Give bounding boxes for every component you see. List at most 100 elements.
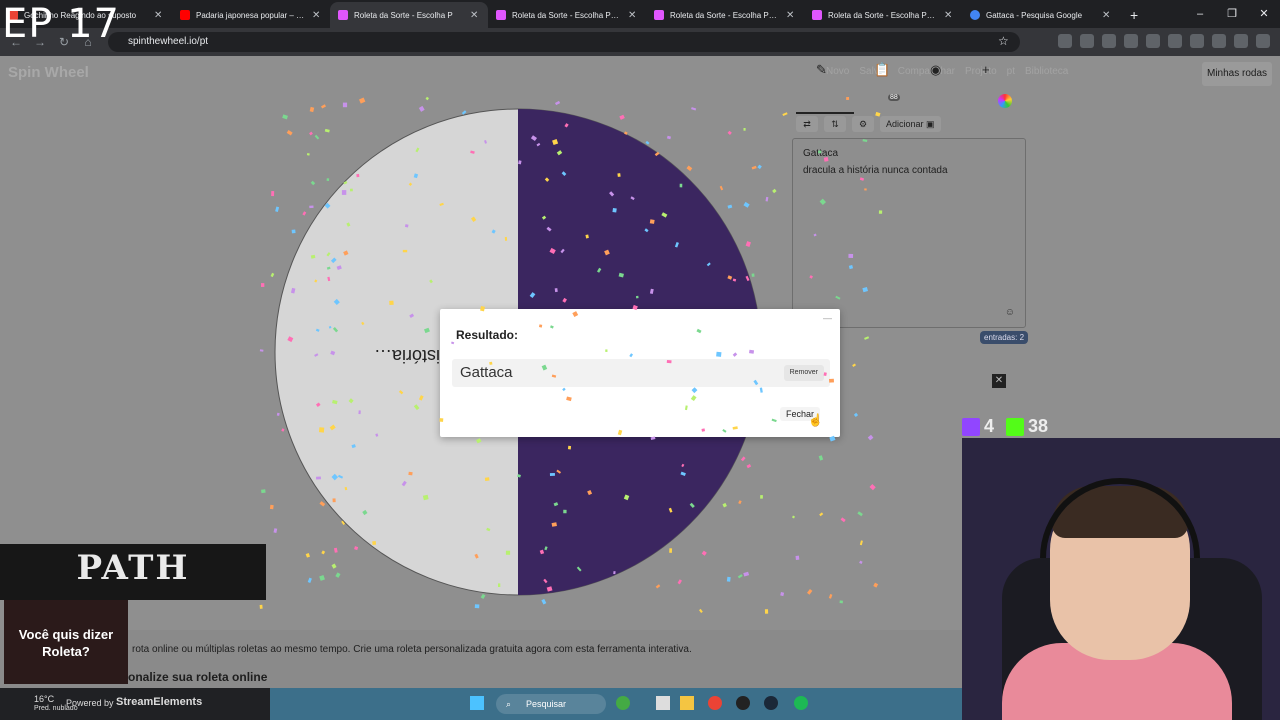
kick-viewers: 38	[1006, 416, 1048, 437]
streamelements-brand: StreamElements	[116, 696, 203, 708]
stream-stats: 4 38	[962, 416, 1048, 437]
close-ad-icon[interactable]: ✕	[992, 374, 1006, 388]
extension-icon[interactable]	[1190, 34, 1204, 48]
extension-icon[interactable]	[1080, 34, 1094, 48]
add-image-button[interactable]: Adicionar ▣	[880, 116, 941, 132]
active-tab-indicator	[796, 112, 854, 114]
tab-count-badge: 88	[888, 94, 900, 101]
kick-icon	[1006, 417, 1025, 436]
tab-bar: Gochinho Reagindo ao suposto ✕ Padaria ja…	[0, 0, 1280, 28]
browser-tab[interactable]: Padaria japonesa popular – avó ✕	[172, 2, 330, 28]
url-input[interactable]: spinthewheel.io/pt	[108, 32, 1020, 52]
close-tab-icon[interactable]: ✕	[154, 10, 164, 21]
roleta-overlay: Você quis dizer Roleta?	[4, 600, 128, 684]
window-controls: – ❐ ✕	[1184, 0, 1280, 28]
result-dialog: Resultado: — Gattaca Remover Fechar ☝	[440, 309, 840, 437]
site-nav: Novo Salvar Compartilhar Projeto pt Bibl…	[826, 66, 1068, 77]
close-tab-icon[interactable]: ✕	[944, 10, 954, 21]
remove-button[interactable]: Remover	[783, 365, 824, 381]
result-title: Resultado:	[456, 328, 519, 342]
site-logo[interactable]: Spin Wheel	[8, 64, 89, 81]
extension-icon[interactable]	[1234, 34, 1248, 48]
browser-tab-active[interactable]: Roleta da Sorte - Escolha P ✕	[330, 2, 488, 28]
extensions	[1058, 34, 1270, 48]
color-palette-icon[interactable]	[998, 94, 1012, 108]
section-heading: onalize sua roleta online	[128, 670, 268, 684]
close-tab-icon[interactable]: ✕	[628, 10, 638, 21]
browser-tab[interactable]: Roleta da Sorte - Escolha Perso ✕	[804, 2, 962, 28]
close-tab-icon[interactable]: ✕	[1102, 10, 1112, 21]
extension-icon[interactable]	[1168, 34, 1182, 48]
nav-library[interactable]: Biblioteca	[1025, 66, 1068, 77]
browser-tab[interactable]: Gattaca - Pesquisa Google ✕	[962, 2, 1120, 28]
entry-item: Gattaca	[803, 148, 839, 159]
bookmark-star-icon[interactable]: ☆	[998, 34, 1009, 48]
twitch-icon	[962, 417, 980, 436]
chrome-icon[interactable]	[708, 696, 722, 710]
wheel-favicon-icon	[338, 10, 348, 20]
roleta-text: Você quis dizer Roleta?	[18, 627, 114, 659]
weather-widget: 16°C Pred. nublado Powered by StreamElem…	[0, 690, 270, 720]
wheel-favicon-icon	[496, 10, 506, 20]
spotify-icon[interactable]	[794, 696, 808, 710]
extension-icon[interactable]	[1146, 34, 1160, 48]
nav-language[interactable]: pt	[1007, 66, 1015, 77]
clipboard-icon[interactable]: 📋	[874, 62, 890, 78]
nav-share[interactable]: Compartilhar	[898, 66, 955, 77]
address-bar-row: ← → ↻ ⌂ spinthewheel.io/pt ☆	[0, 28, 1280, 56]
emoji-icon[interactable]: ☺	[1005, 304, 1015, 321]
description-section: rota online ou múltiplas roletas ao mesm…	[0, 630, 962, 688]
google-favicon-icon	[970, 10, 980, 20]
edit-pencil-icon[interactable]: ✎	[816, 62, 827, 78]
extension-icon[interactable]	[1102, 34, 1116, 48]
app-icon[interactable]	[656, 696, 670, 710]
nav-project[interactable]: Projeto	[965, 66, 997, 77]
extension-icon[interactable]	[1124, 34, 1138, 48]
result-value: Gattaca	[460, 364, 513, 381]
minimize-icon[interactable]: –	[1184, 0, 1216, 28]
description-text: rota online ou múltiplas roletas ao mesm…	[132, 644, 692, 655]
restore-icon[interactable]: ❐	[1216, 0, 1248, 28]
steam-icon[interactable]	[764, 696, 778, 710]
shuffle-icon[interactable]: ⇄	[796, 116, 818, 132]
windows-start-icon[interactable]	[470, 696, 484, 710]
app-icon[interactable]	[616, 696, 630, 710]
extension-icon[interactable]	[1256, 34, 1270, 48]
episode-overlay: EP 17	[2, 1, 121, 47]
path-overlay: PATH	[0, 544, 266, 600]
settings-gear-icon[interactable]: ⚙	[852, 116, 874, 132]
entries-count-badge: entradas: 2	[980, 331, 1029, 344]
close-window-icon[interactable]: ✕	[1248, 0, 1280, 28]
folder-icon[interactable]	[680, 696, 694, 710]
panel-toolbar: ⇄ ⇅ ⚙ Adicionar ▣	[796, 116, 941, 132]
entry-item: dracula a história nunca contada	[803, 165, 948, 176]
close-tab-icon[interactable]: ✕	[312, 10, 322, 21]
twitch-viewers: 4	[962, 416, 994, 437]
powered-label: Powered by	[66, 698, 114, 708]
browser-tab[interactable]: Roleta da Sorte - Escolha Perso ✕	[646, 2, 804, 28]
minimize-dialog-icon[interactable]: —	[823, 313, 832, 323]
my-wheels-button[interactable]: Minhas rodas	[1202, 62, 1272, 86]
weather-temp: 16°C	[34, 694, 55, 704]
browser-tab[interactable]: Roleta da Sorte - Escolha Perso ✕	[488, 2, 646, 28]
entries-textarea[interactable]: Gattaca dracula a história nunca contada…	[792, 138, 1026, 328]
nav-new[interactable]: Novo	[826, 66, 849, 77]
sort-icon[interactable]: ⇅	[824, 116, 846, 132]
webcam-feed	[962, 438, 1280, 720]
result-box: Gattaca Remover	[452, 359, 830, 387]
youtube-favicon-icon	[180, 10, 190, 20]
close-tab-icon[interactable]: ✕	[786, 10, 796, 21]
wheel-favicon-icon	[812, 10, 822, 20]
mouse-cursor-icon: ☝	[808, 413, 823, 427]
hide-eye-icon[interactable]: ◉	[930, 62, 941, 78]
close-tab-icon[interactable]: ✕	[470, 10, 480, 21]
obs-icon[interactable]	[736, 696, 750, 710]
add-icon[interactable]: +	[982, 62, 990, 77]
path-title: PATH	[76, 548, 190, 588]
extension-icon[interactable]	[1058, 34, 1072, 48]
headset	[1040, 478, 1200, 558]
taskbar-search[interactable]: ⌕ Pesquisar	[496, 694, 606, 714]
new-tab-button[interactable]: +	[1120, 2, 1148, 28]
taskbar: ⌕ Pesquisar	[270, 688, 962, 720]
extension-icon[interactable]	[1212, 34, 1226, 48]
